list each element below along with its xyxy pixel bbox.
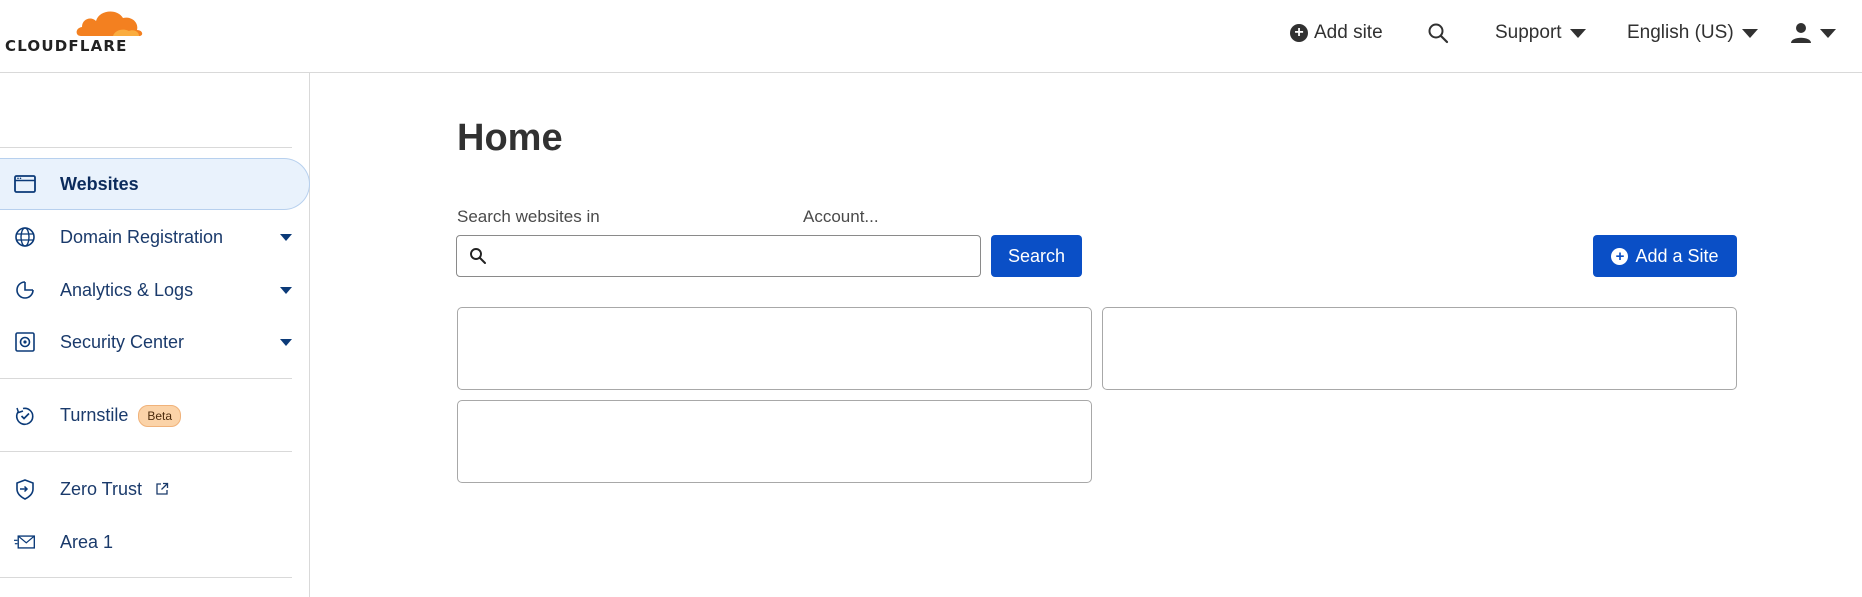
chevron-down-icon xyxy=(280,233,292,241)
header-search-button[interactable] xyxy=(1427,20,1449,46)
email-icon xyxy=(14,531,36,553)
add-a-site-button[interactable]: + Add a Site xyxy=(1593,235,1737,277)
logo-text: CLOUDFLARE xyxy=(5,37,128,55)
add-site-header-label: Add site xyxy=(1314,22,1383,43)
add-site-header-button[interactable]: + Add site xyxy=(1290,20,1383,46)
sidebar-item-label: Zero Trust xyxy=(60,478,143,499)
search-label: Search websites in xyxy=(457,207,600,226)
add-a-site-label: Add a Site xyxy=(1635,245,1719,266)
search-icon xyxy=(1428,23,1449,44)
language-menu[interactable]: English (US) xyxy=(1627,20,1758,46)
website-search-field[interactable] xyxy=(456,235,981,277)
chevron-down-icon xyxy=(280,338,292,346)
chevron-down-icon xyxy=(1741,28,1758,38)
search-icon xyxy=(470,248,486,264)
sidebar-item-label: Area 1 xyxy=(60,531,114,552)
sidebar-item-area-1[interactable]: Area 1 xyxy=(0,516,309,568)
user-menu[interactable] xyxy=(1790,20,1836,46)
sidebar-divider xyxy=(0,378,292,379)
sidebar-divider xyxy=(0,147,292,148)
zero-trust-icon xyxy=(14,478,36,500)
website-card[interactable] xyxy=(1102,307,1737,390)
sidebar-item-zero-trust[interactable]: Zero Trust xyxy=(0,463,309,515)
chevron-down-icon xyxy=(1569,28,1586,38)
plus-circle-icon: + xyxy=(1290,24,1308,42)
chevron-down-icon xyxy=(280,286,292,294)
sidebar-item-label: Websites xyxy=(60,173,139,194)
external-link-icon xyxy=(156,482,169,495)
sidebar-item-domain-registration[interactable]: Domain Registration xyxy=(0,211,309,263)
sidebar-item-label: Domain Registration xyxy=(60,226,224,247)
sidebar-item-label: Turnstile xyxy=(60,404,129,425)
cloud-icon xyxy=(76,11,143,36)
website-card[interactable] xyxy=(457,307,1092,390)
sidebar-item-analytics-logs[interactable]: Analytics & Logs xyxy=(0,264,309,316)
browser-window-icon xyxy=(14,173,36,195)
cloudflare-logo[interactable]: CLOUDFLARE xyxy=(5,6,143,56)
website-search-input[interactable] xyxy=(497,242,967,270)
security-center-icon xyxy=(14,331,36,353)
support-label: Support xyxy=(1495,22,1562,43)
website-card[interactable] xyxy=(457,400,1092,483)
beta-badge: Beta xyxy=(138,405,182,428)
language-label: English (US) xyxy=(1627,22,1734,43)
page-title: Home xyxy=(457,117,563,159)
sidebar-nav: Websites Domain Registration Analytics &… xyxy=(0,73,310,597)
chevron-down-icon xyxy=(1820,28,1836,38)
globe-icon xyxy=(14,226,36,248)
pie-chart-icon xyxy=(14,279,36,301)
turnstile-icon xyxy=(14,405,36,427)
plus-circle-icon: + xyxy=(1611,247,1629,265)
sidebar-item-label-wrap: Turnstile Beta xyxy=(60,404,182,428)
sidebar-divider xyxy=(0,451,292,452)
sidebar-item-turnstile[interactable]: Turnstile Beta xyxy=(0,390,309,442)
search-button[interactable]: Search xyxy=(991,235,1082,277)
user-icon xyxy=(1791,23,1811,43)
sidebar-item-security-center[interactable]: Security Center xyxy=(0,316,309,368)
account-name-label: Account... xyxy=(803,207,879,226)
sidebar-divider xyxy=(0,577,292,578)
sidebar-item-label: Analytics & Logs xyxy=(60,279,194,300)
sidebar-item-websites[interactable]: Websites xyxy=(0,158,310,210)
sidebar-item-label-wrap: Zero Trust xyxy=(60,479,169,500)
sidebar-item-label: Security Center xyxy=(60,331,185,352)
support-menu[interactable]: Support xyxy=(1495,20,1586,46)
top-header: CLOUDFLARE + Add site Support English (U… xyxy=(0,0,1862,73)
